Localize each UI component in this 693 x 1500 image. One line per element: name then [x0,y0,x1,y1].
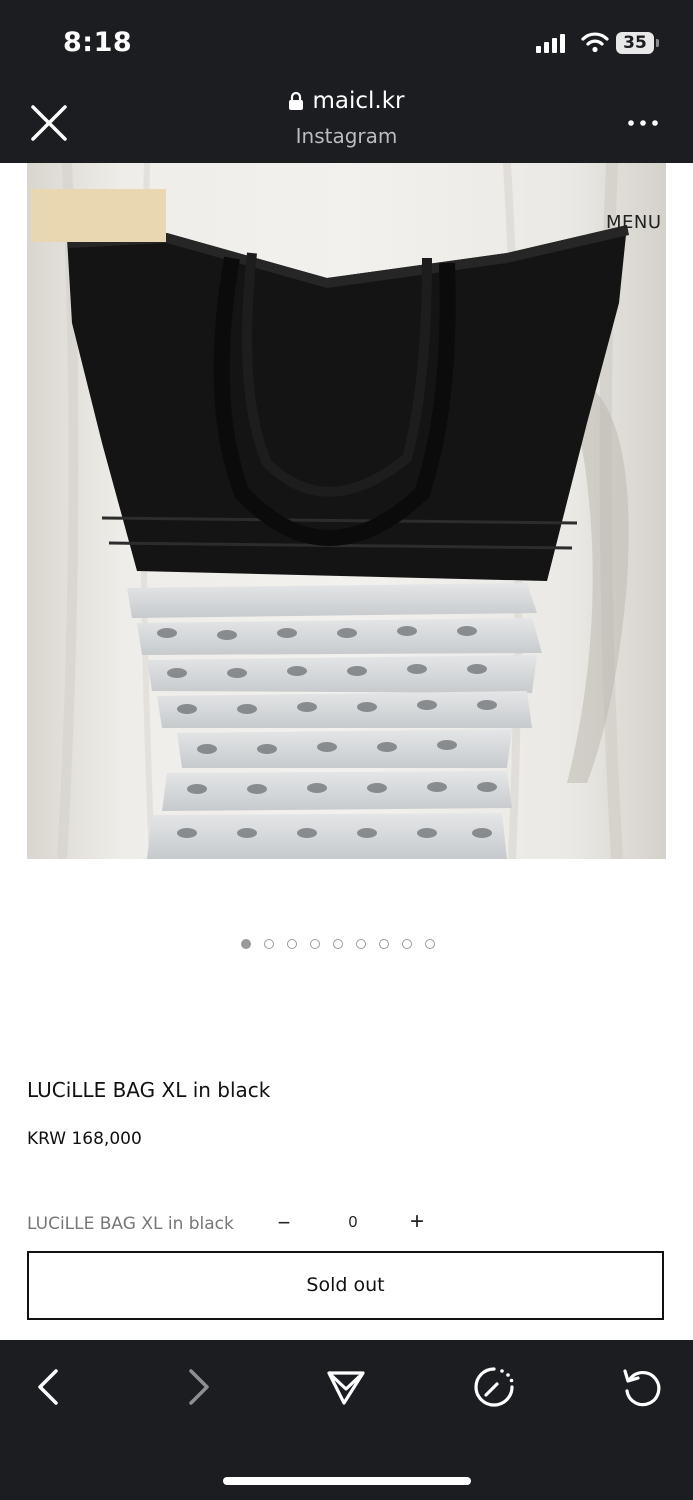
battery-nub [656,39,659,47]
sold-out-button[interactable]: Sold out [27,1251,664,1320]
gallery-dot[interactable] [379,939,389,949]
status-time: 8:18 [63,27,133,58]
more-dots-icon[interactable] [626,113,660,133]
site-logo-redacted[interactable] [31,189,166,242]
url-text: maicl.kr [312,88,405,114]
gallery-dot[interactable] [356,939,366,949]
product-title: LUCiLLE BAG XL in black [27,1078,271,1102]
gallery-dot[interactable] [264,939,274,949]
gallery-dot[interactable] [287,939,297,949]
gallery-dot[interactable] [425,939,435,949]
source-subtitle: Instagram [295,124,398,148]
gallery-dot[interactable] [310,939,320,949]
variant-name: LUCiLLE BAG XL in black [27,1214,234,1234]
product-price: KRW 168,000 [27,1129,142,1149]
lock-icon [289,91,304,110]
browser-top-bar: 8:18 35 maicl.kr Instagram [0,0,693,163]
home-indicator[interactable] [223,1477,471,1485]
address-bar[interactable]: maicl.kr [0,88,693,114]
quantity-value[interactable]: 0 [343,1214,363,1232]
forward-chevron-icon[interactable] [176,1365,220,1409]
battery-indicator: 35 [616,32,654,54]
back-chevron-icon[interactable] [27,1365,71,1409]
quantity-increase-button[interactable]: + [405,1209,429,1235]
gallery-dot[interactable] [333,939,343,949]
site-menu-link[interactable]: MENU [606,212,662,233]
browser-bottom-toolbar [0,1340,693,1500]
gallery-dot[interactable] [402,939,412,949]
quantity-decrease-button[interactable]: − [273,1210,295,1236]
wifi-icon [581,32,609,53]
gallery-dot[interactable] [241,939,251,949]
reload-icon[interactable] [620,1365,664,1409]
bag-on-egg-cartons-image [27,163,666,859]
timer-icon[interactable] [472,1365,516,1409]
cellular-signal-icon [536,34,565,53]
product-photo[interactable] [27,163,666,859]
send-icon[interactable] [324,1365,368,1409]
gallery-pager[interactable] [241,939,435,953]
